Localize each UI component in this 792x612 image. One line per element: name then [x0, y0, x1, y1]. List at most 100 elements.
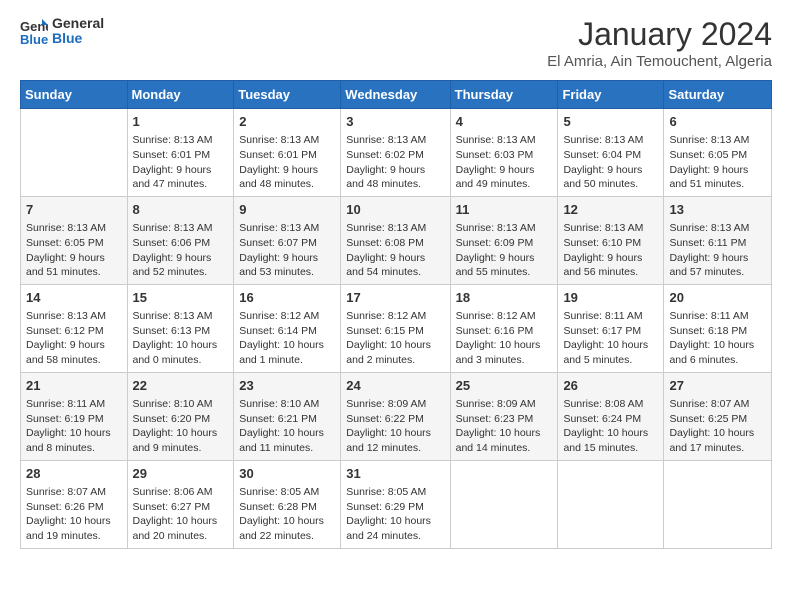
- day-number: 24: [346, 377, 444, 395]
- day-number: 1: [133, 113, 229, 131]
- day-number: 11: [456, 201, 553, 219]
- day-info: Sunrise: 8:13 AMSunset: 6:01 PMDaylight:…: [133, 133, 229, 192]
- week-row-2: 7 Sunrise: 8:13 AMSunset: 6:05 PMDaylight…: [21, 196, 772, 284]
- calendar-cell: 29 Sunrise: 8:06 AMSunset: 6:27 PMDayligh…: [127, 460, 234, 548]
- logo-blue: Blue: [52, 31, 104, 46]
- day-info: Sunrise: 8:13 AMSunset: 6:11 PMDaylight:…: [669, 221, 766, 280]
- day-info: Sunrise: 8:10 AMSunset: 6:20 PMDaylight:…: [133, 397, 229, 456]
- calendar-cell: 6 Sunrise: 8:13 AMSunset: 6:05 PMDaylight…: [664, 109, 772, 197]
- calendar-cell: 9Sunrise: 8:13 AMSunset: 6:07 PMDaylight…: [234, 196, 341, 284]
- day-number: 22: [133, 377, 229, 395]
- week-row-4: 21 Sunrise: 8:11 AMSunset: 6:19 PMDayligh…: [21, 372, 772, 460]
- calendar-cell: 22 Sunrise: 8:10 AMSunset: 6:20 PMDayligh…: [127, 372, 234, 460]
- day-info: Sunrise: 8:13 AMSunset: 6:10 PMDaylight:…: [563, 221, 658, 280]
- logo-icon: General Blue: [20, 17, 48, 45]
- calendar-cell: 21 Sunrise: 8:11 AMSunset: 6:19 PMDayligh…: [21, 372, 128, 460]
- calendar-cell: 30Sunrise: 8:05 AMSunset: 6:28 PMDayligh…: [234, 460, 341, 548]
- logo: General Blue General Blue: [20, 16, 104, 47]
- day-info: Sunrise: 8:13 AMSunset: 6:04 PMDaylight:…: [563, 133, 658, 192]
- day-info: Sunrise: 8:13 AMSunset: 6:02 PMDaylight:…: [346, 133, 444, 192]
- day-info: Sunrise: 8:05 AMSunset: 6:28 PMDaylight:…: [239, 485, 335, 544]
- calendar-cell: 13 Sunrise: 8:13 AMSunset: 6:11 PMDayligh…: [664, 196, 772, 284]
- day-number: 15: [133, 289, 229, 307]
- day-number: 23: [239, 377, 335, 395]
- day-number: 28: [26, 465, 122, 483]
- weekday-header-saturday: Saturday: [664, 81, 772, 109]
- day-number: 31: [346, 465, 444, 483]
- day-info: Sunrise: 8:13 AMSunset: 6:13 PMDaylight:…: [133, 309, 229, 368]
- svg-text:Blue: Blue: [20, 32, 48, 45]
- calendar-cell: 20Sunrise: 8:11 AMSunset: 6:18 PMDayligh…: [664, 284, 772, 372]
- day-number: 18: [456, 289, 553, 307]
- day-info: Sunrise: 8:11 AMSunset: 6:18 PMDaylight:…: [669, 309, 766, 368]
- weekday-header-thursday: Thursday: [450, 81, 558, 109]
- day-info: Sunrise: 8:12 AMSunset: 6:14 PMDaylight:…: [239, 309, 335, 368]
- title-area: January 2024 El Amria, Ain Temouchent, A…: [547, 16, 772, 70]
- weekday-header-tuesday: Tuesday: [234, 81, 341, 109]
- calendar-cell: 3 Sunrise: 8:13 AMSunset: 6:02 PMDaylight…: [341, 109, 450, 197]
- day-info: Sunrise: 8:10 AMSunset: 6:21 PMDaylight:…: [239, 397, 335, 456]
- calendar-cell: 19 Sunrise: 8:11 AMSunset: 6:17 PMDayligh…: [558, 284, 664, 372]
- calendar-cell: 16 Sunrise: 8:12 AMSunset: 6:14 PMDayligh…: [234, 284, 341, 372]
- calendar-cell: 18 Sunrise: 8:12 AMSunset: 6:16 PMDayligh…: [450, 284, 558, 372]
- day-info: Sunrise: 8:05 AMSunset: 6:29 PMDaylight:…: [346, 485, 444, 544]
- calendar-cell: [450, 460, 558, 548]
- day-number: 5: [563, 113, 658, 131]
- day-info: Sunrise: 8:11 AMSunset: 6:19 PMDaylight:…: [26, 397, 122, 456]
- day-info: Sunrise: 8:09 AMSunset: 6:23 PMDaylight:…: [456, 397, 553, 456]
- weekday-header-monday: Monday: [127, 81, 234, 109]
- calendar-cell: 23 Sunrise: 8:10 AMSunset: 6:21 PMDayligh…: [234, 372, 341, 460]
- calendar-cell: 14Sunrise: 8:13 AMSunset: 6:12 PMDayligh…: [21, 284, 128, 372]
- day-number: 7: [26, 201, 122, 219]
- day-number: 26: [563, 377, 658, 395]
- day-number: 21: [26, 377, 122, 395]
- day-info: Sunrise: 8:13 AMSunset: 6:05 PMDaylight:…: [26, 221, 122, 280]
- calendar-cell: 27 Sunrise: 8:07 AMSunset: 6:25 PMDayligh…: [664, 372, 772, 460]
- calendar-cell: 2Sunrise: 8:13 AMSunset: 6:01 PMDaylight…: [234, 109, 341, 197]
- calendar-cell: 5 Sunrise: 8:13 AMSunset: 6:04 PMDaylight…: [558, 109, 664, 197]
- calendar-cell: [21, 109, 128, 197]
- weekday-header-wednesday: Wednesday: [341, 81, 450, 109]
- calendar-cell: 4 Sunrise: 8:13 AMSunset: 6:03 PMDaylight…: [450, 109, 558, 197]
- day-info: Sunrise: 8:12 AMSunset: 6:16 PMDaylight:…: [456, 309, 553, 368]
- day-info: Sunrise: 8:13 AMSunset: 6:05 PMDaylight:…: [669, 133, 766, 192]
- day-number: 16: [239, 289, 335, 307]
- calendar-cell: 31 Sunrise: 8:05 AMSunset: 6:29 PMDayligh…: [341, 460, 450, 548]
- day-info: Sunrise: 8:11 AMSunset: 6:17 PMDaylight:…: [563, 309, 658, 368]
- day-number: 17: [346, 289, 444, 307]
- week-row-1: 1 Sunrise: 8:13 AMSunset: 6:01 PMDaylight…: [21, 109, 772, 197]
- day-info: Sunrise: 8:13 AMSunset: 6:08 PMDaylight:…: [346, 221, 444, 280]
- calendar-cell: 11 Sunrise: 8:13 AMSunset: 6:09 PMDayligh…: [450, 196, 558, 284]
- day-number: 6: [669, 113, 766, 131]
- day-info: Sunrise: 8:13 AMSunset: 6:01 PMDaylight:…: [239, 133, 335, 192]
- day-number: 9: [239, 201, 335, 219]
- page-subtitle: El Amria, Ain Temouchent, Algeria: [547, 53, 772, 70]
- day-number: 14: [26, 289, 122, 307]
- day-number: 19: [563, 289, 658, 307]
- calendar-cell: 15 Sunrise: 8:13 AMSunset: 6:13 PMDayligh…: [127, 284, 234, 372]
- weekday-header-sunday: Sunday: [21, 81, 128, 109]
- calendar-cell: [558, 460, 664, 548]
- day-info: Sunrise: 8:09 AMSunset: 6:22 PMDaylight:…: [346, 397, 444, 456]
- day-info: Sunrise: 8:13 AMSunset: 6:09 PMDaylight:…: [456, 221, 553, 280]
- calendar-cell: 26 Sunrise: 8:08 AMSunset: 6:24 PMDayligh…: [558, 372, 664, 460]
- day-info: Sunrise: 8:06 AMSunset: 6:27 PMDaylight:…: [133, 485, 229, 544]
- week-row-3: 14Sunrise: 8:13 AMSunset: 6:12 PMDayligh…: [21, 284, 772, 372]
- calendar-cell: 12Sunrise: 8:13 AMSunset: 6:10 PMDayligh…: [558, 196, 664, 284]
- day-number: 4: [456, 113, 553, 131]
- calendar-cell: 8Sunrise: 8:13 AMSunset: 6:06 PMDaylight…: [127, 196, 234, 284]
- calendar-cell: 7 Sunrise: 8:13 AMSunset: 6:05 PMDaylight…: [21, 196, 128, 284]
- calendar-cell: 10Sunrise: 8:13 AMSunset: 6:08 PMDayligh…: [341, 196, 450, 284]
- day-number: 3: [346, 113, 444, 131]
- day-info: Sunrise: 8:07 AMSunset: 6:25 PMDaylight:…: [669, 397, 766, 456]
- calendar-cell: 28 Sunrise: 8:07 AMSunset: 6:26 PMDayligh…: [21, 460, 128, 548]
- week-row-5: 28 Sunrise: 8:07 AMSunset: 6:26 PMDayligh…: [21, 460, 772, 548]
- day-info: Sunrise: 8:13 AMSunset: 6:03 PMDaylight:…: [456, 133, 553, 192]
- calendar-table: SundayMondayTuesdayWednesdayThursdayFrid…: [20, 80, 772, 549]
- day-info: Sunrise: 8:08 AMSunset: 6:24 PMDaylight:…: [563, 397, 658, 456]
- day-number: 13: [669, 201, 766, 219]
- day-info: Sunrise: 8:07 AMSunset: 6:26 PMDaylight:…: [26, 485, 122, 544]
- day-number: 29: [133, 465, 229, 483]
- header: General Blue General Blue January 2024 E…: [20, 16, 772, 70]
- day-number: 27: [669, 377, 766, 395]
